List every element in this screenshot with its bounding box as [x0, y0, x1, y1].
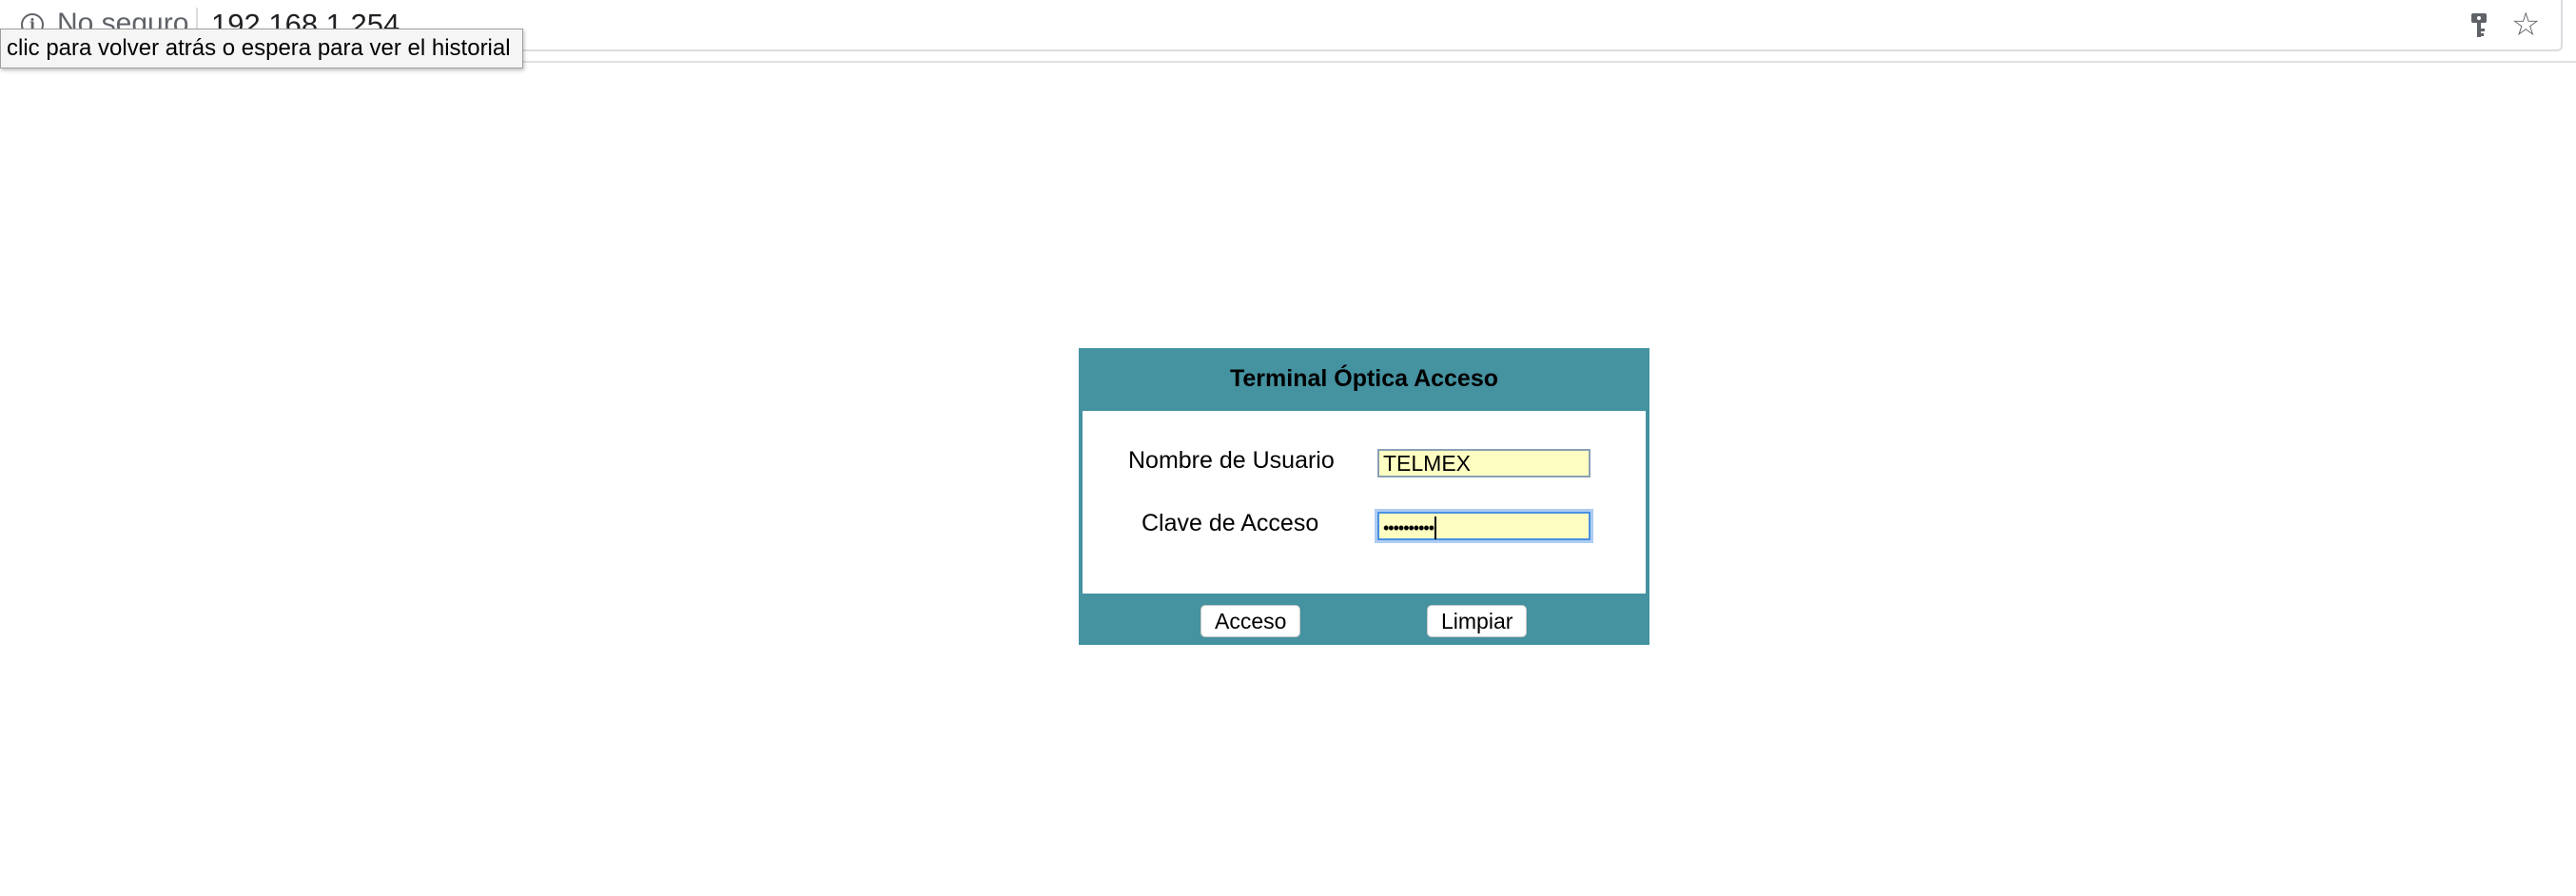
- clear-button[interactable]: Limpiar: [1427, 605, 1528, 637]
- back-button-tooltip: clic para volver atrás o espera para ver…: [0, 29, 523, 68]
- login-panel: Terminal Óptica Acceso Nombre de Usuario…: [1079, 348, 1649, 645]
- password-input[interactable]: ••••••••••: [1377, 512, 1590, 540]
- password-label: Clave de Acceso: [1142, 510, 1319, 536]
- username-input[interactable]: TELMEX: [1377, 449, 1590, 477]
- username-value: TELMEX: [1383, 451, 1472, 476]
- username-label: Nombre de Usuario: [1128, 447, 1335, 474]
- text-caret: [1434, 516, 1437, 539]
- browser-toolbar: i No seguro 192.168.1.254 ☆ clic para vo…: [0, 0, 2576, 68]
- login-title: Terminal Óptica Acceso: [1229, 365, 1499, 392]
- login-form-body: Nombre de Usuario Clave de Acceso: [1083, 411, 1646, 594]
- login-button[interactable]: Acceso: [1200, 605, 1301, 637]
- key-icon[interactable]: [2468, 11, 2490, 40]
- star-icon[interactable]: ☆: [2511, 8, 2540, 42]
- password-value: ••••••••••: [1383, 518, 1434, 537]
